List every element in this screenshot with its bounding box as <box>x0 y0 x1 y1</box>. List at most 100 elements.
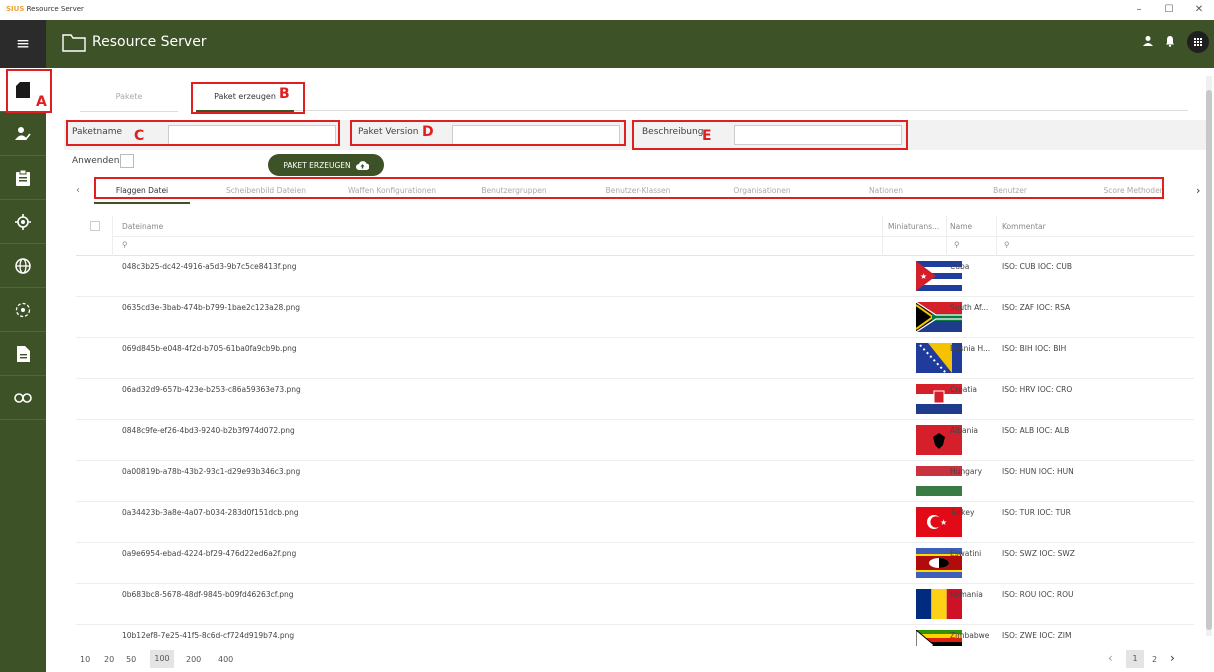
header-divider <box>112 236 1194 237</box>
col-divider <box>882 216 883 256</box>
subtab-waffen-konfigurationen[interactable]: Waffen Konfigurationen <box>340 178 444 204</box>
filter-name-search-icon[interactable]: ⚲ <box>954 240 960 249</box>
cell-name: Croatia <box>950 385 977 394</box>
beschreibung-field: Beschreibung <box>634 121 906 149</box>
page-size-200[interactable]: 200 <box>186 655 201 664</box>
sidebar-item-globe[interactable] <box>0 244 46 288</box>
user-check-icon <box>15 126 31 140</box>
cell-name: Zimbabwe <box>950 631 990 640</box>
page-2[interactable]: 2 <box>1152 655 1157 664</box>
page-size-10[interactable]: 10 <box>80 655 90 664</box>
bell-icon[interactable] <box>1160 34 1180 54</box>
minimize-button[interactable]: – <box>1124 0 1154 20</box>
table-row[interactable]: 0635cd3e-3bab-474b-b799-1bae2c123a28.png… <box>76 297 1194 338</box>
column-header-file[interactable]: Dateiname <box>122 222 163 231</box>
paketname-field: Paketname <box>64 121 340 149</box>
sidebar-item-document[interactable] <box>0 332 46 376</box>
close-button[interactable]: ✕ <box>1184 0 1214 20</box>
app-title: Resource Server <box>92 34 207 50</box>
subtab-organisationen[interactable]: Organisationen <box>714 178 810 204</box>
subtab-flaggen-datei[interactable]: Flaggen Datei <box>94 178 190 204</box>
cell-filename: 06ad32d9-657b-423e-b253-c86a59363e73.png <box>122 385 301 394</box>
version-field: Paket Version <box>350 121 624 149</box>
next-page-icon[interactable]: › <box>1170 651 1175 665</box>
column-header-comment[interactable]: Kommentar <box>1002 222 1046 231</box>
table-row[interactable]: 0a00819b-a78b-43b2-93c1-d29e93b346c3.png… <box>76 461 1194 502</box>
user-icon[interactable] <box>1138 34 1158 54</box>
filter-file-search-icon[interactable]: ⚲ <box>122 240 128 249</box>
annotation-label-d: D <box>422 124 434 140</box>
page-1[interactable]: 1 <box>1126 650 1144 668</box>
table-row[interactable]: 06ad32d9-657b-423e-b253-c86a59363e73.png… <box>76 379 1194 420</box>
sd-card-icon <box>16 81 30 98</box>
annotation-label-c: C <box>134 128 145 144</box>
cell-comment: ISO: ZAF IOC: RSA <box>1002 303 1071 312</box>
sidebar-item-location[interactable] <box>0 200 46 244</box>
table-row[interactable]: 0b683bc8-5678-48df-9845-b09fd46263cf.png… <box>76 584 1194 625</box>
version-input[interactable] <box>452 125 620 145</box>
table-row[interactable]: 0a34423b-3a8e-4a07-b034-283d0f151dcb.png… <box>76 502 1194 543</box>
cell-filename: 0a34423b-3a8e-4a07-b034-283d0f151dcb.png <box>122 508 299 517</box>
beschreibung-label: Beschreibung <box>642 127 704 137</box>
table-row[interactable]: 0848c9fe-ef26-4bd3-9240-b2b3f974d072.png… <box>76 420 1194 461</box>
cell-name: Romania <box>950 590 983 599</box>
col-divider <box>112 216 113 256</box>
sidebar-item-target[interactable] <box>0 288 46 332</box>
cell-name: Albania <box>950 426 979 435</box>
filter-comment-search-icon[interactable]: ⚲ <box>1004 240 1010 249</box>
column-header-thumb[interactable]: Miniaturans... <box>888 222 939 231</box>
page-size-50[interactable]: 50 <box>126 655 136 664</box>
paketname-input[interactable] <box>168 125 336 145</box>
beschreibung-input[interactable] <box>734 125 902 145</box>
subtab-benutzergruppen[interactable]: Benutzergruppen <box>466 178 562 204</box>
chevron-right-icon[interactable]: › <box>1196 178 1206 204</box>
cell-comment: ISO: ALB IOC: ALB <box>1002 426 1070 435</box>
column-header-name[interactable]: Name <box>950 222 972 231</box>
svg-text:★: ★ <box>940 518 947 527</box>
folder-icon <box>62 34 86 52</box>
select-all-checkbox[interactable] <box>90 221 100 231</box>
chevron-left-icon[interactable]: ‹ <box>76 178 86 204</box>
paket-erzeugen-button[interactable]: PAKET ERZEUGEN <box>268 154 384 176</box>
prev-page-icon[interactable]: ‹ <box>1108 651 1113 665</box>
cell-comment: ISO: ZWE IOC: ZIM <box>1002 631 1072 640</box>
table-row[interactable]: 048c3b25-dc42-4916-a5d3-9b7c5ce8413f.png… <box>76 256 1194 297</box>
menu-icon[interactable]: ≡ <box>0 20 46 68</box>
cell-name: South Af... <box>950 303 989 312</box>
table-row[interactable]: 069d845b-e048-4f2d-b705-61ba0fa9cb9b.png… <box>76 338 1194 379</box>
subtab-score-methoden[interactable]: Score Methoden <box>1086 178 1182 204</box>
page-size-100[interactable]: 100 <box>150 650 174 668</box>
anwenden-checkbox[interactable] <box>120 154 134 168</box>
cell-name: Hungary <box>950 467 983 476</box>
table-row[interactable]: 0a9e6954-ebad-4224-bf29-476d22ed6a2f.png… <box>76 543 1194 584</box>
subtab-scheibenbild-dateien[interactable]: Scheibenbild Dateien <box>218 178 314 204</box>
cell-name: Eswatini <box>950 549 982 558</box>
sidebar <box>0 68 46 672</box>
cell-filename: 0a00819b-a78b-43b2-93c1-d29e93b346c3.png <box>122 467 301 476</box>
sidebar-item-users[interactable] <box>0 112 46 156</box>
subtab-benutzer[interactable]: Benutzer <box>962 178 1058 204</box>
tab-pakete[interactable]: Pakete <box>80 92 178 112</box>
window-titlebar: SIUS Resource Server – ☐ ✕ <box>0 0 1214 20</box>
subtab-nationen[interactable]: Nationen <box>838 178 934 204</box>
apps-grid-icon[interactable] <box>1187 31 1209 53</box>
svg-text:★: ★ <box>920 272 927 281</box>
app-bar: ≡ Resource Server <box>0 20 1214 68</box>
window-title: SIUS Resource Server <box>6 5 84 13</box>
scrollbar[interactable] <box>1206 76 1212 636</box>
document-icon <box>16 345 30 362</box>
target-icon <box>15 302 31 317</box>
maximize-button[interactable]: ☐ <box>1154 0 1184 20</box>
subtab-bar: ‹ Flaggen Datei Scheibenbild Dateien Waf… <box>72 178 1212 204</box>
table-row[interactable]: 10b12ef8-7e25-41f5-8c6d-cf724d919b74.png… <box>76 625 1194 646</box>
brand-logo: SIUS <box>6 5 25 13</box>
page-size-400[interactable]: 400 <box>218 655 233 664</box>
scrollbar-thumb[interactable] <box>1206 90 1212 630</box>
crosshair-icon <box>15 213 31 230</box>
sidebar-item-clipboard[interactable] <box>0 156 46 200</box>
page-size-20[interactable]: 20 <box>104 655 114 664</box>
cell-comment: ISO: CUB IOC: CUB <box>1002 262 1073 271</box>
subtab-benutzer-klassen[interactable]: Benutzer-Klassen <box>590 178 686 204</box>
sidebar-item-link[interactable] <box>0 376 46 420</box>
cell-filename: 069d845b-e048-4f2d-b705-61ba0fa9cb9b.png <box>122 344 297 353</box>
